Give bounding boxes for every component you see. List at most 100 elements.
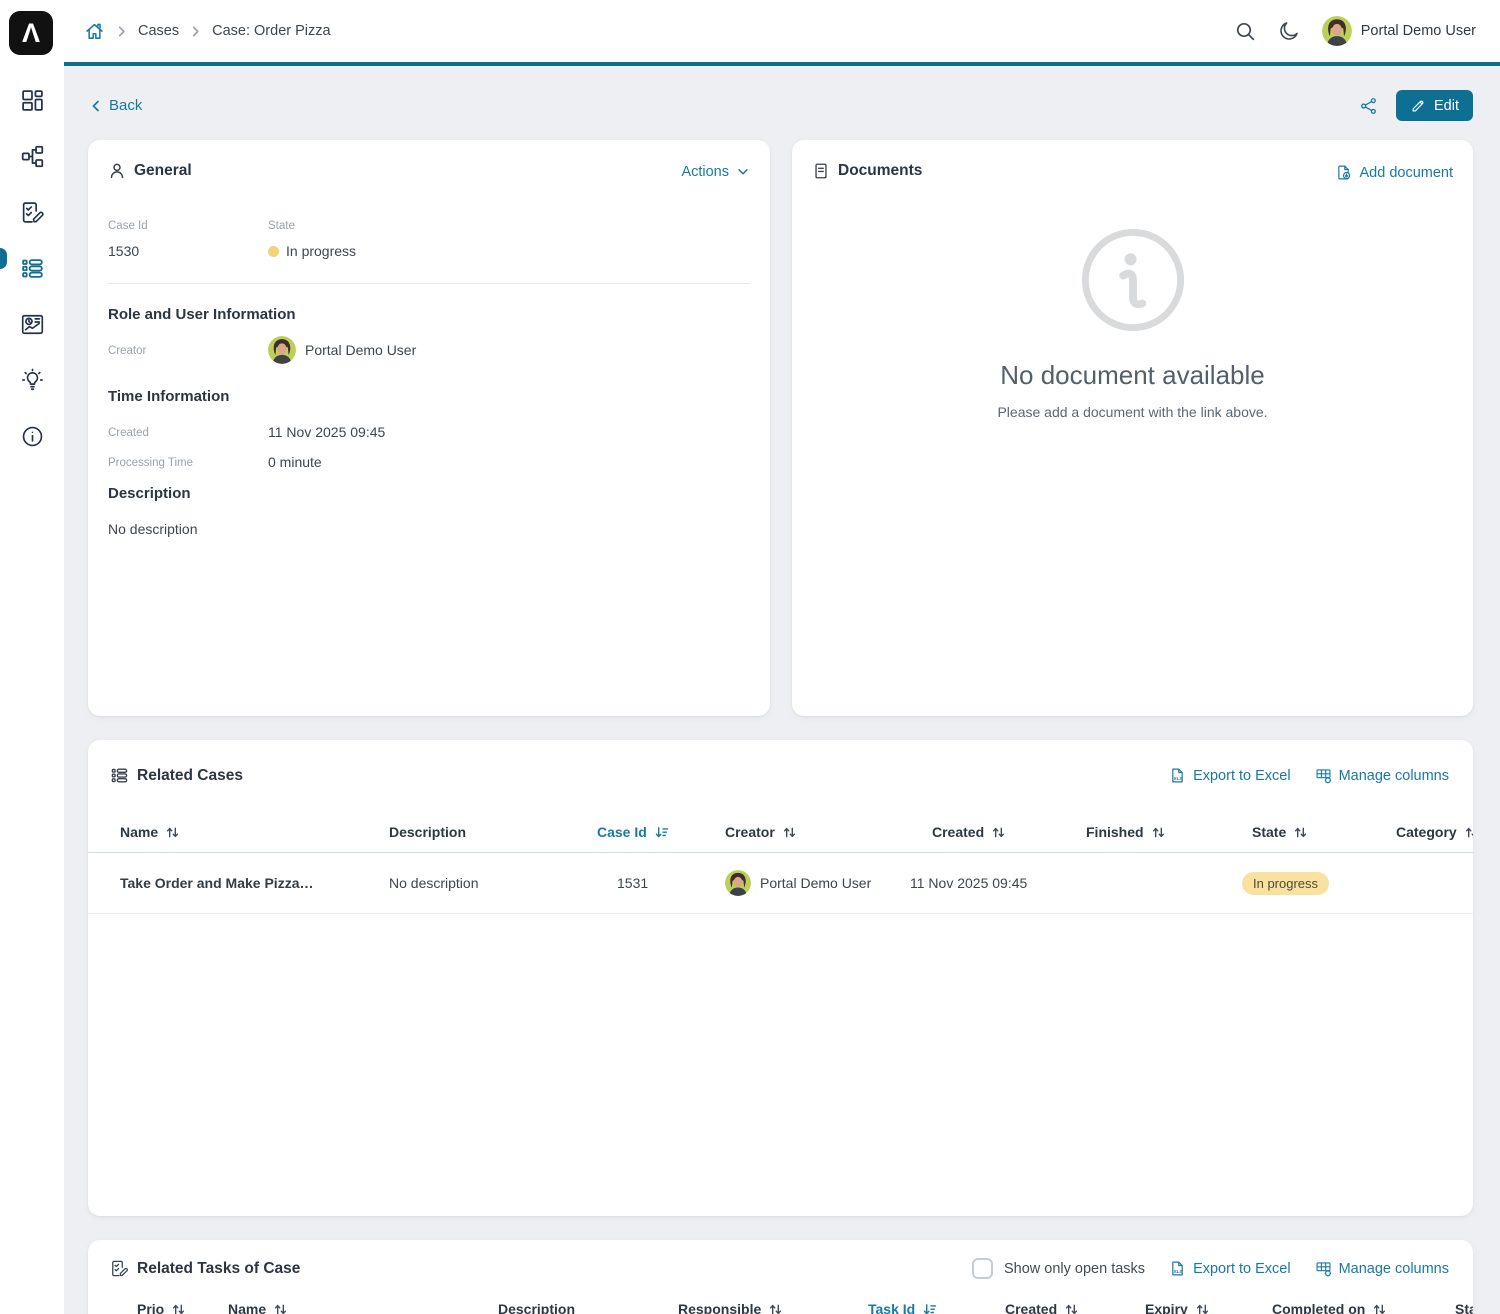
show-open-tasks-toggle[interactable]: Show only open tasks	[972, 1258, 1145, 1279]
divider	[108, 283, 750, 284]
column-header-category[interactable]: Category	[1396, 824, 1473, 840]
related-cases-title-label: Related Cases	[137, 767, 243, 785]
cell-state: In progress	[1242, 872, 1396, 895]
sort-icon	[273, 1302, 288, 1314]
add-document-icon	[1335, 164, 1352, 181]
column-header-completed-on[interactable]: Completed on	[1272, 1301, 1455, 1314]
description-section-title: Description	[108, 485, 191, 502]
actions-dropdown[interactable]: Actions	[681, 164, 750, 180]
case-id-label: Case Id	[108, 220, 148, 232]
page-action-row: Back Edit	[88, 89, 1473, 122]
column-header-finished[interactable]: Finished	[1086, 824, 1252, 840]
creator-avatar	[268, 336, 296, 364]
back-label: Back	[109, 97, 142, 114]
case-id-value: 1530	[108, 243, 139, 259]
sort-icon	[1064, 1302, 1079, 1314]
table-row[interactable]: Take Order and Make Pizza… No descriptio…	[88, 853, 1473, 914]
header-accent-bar	[64, 62, 1500, 66]
related-cases-title: Related Cases	[110, 766, 243, 785]
edit-button[interactable]: Edit	[1396, 90, 1473, 121]
add-document-link[interactable]: Add document	[1335, 164, 1453, 181]
show-open-tasks-label: Show only open tasks	[1004, 1261, 1145, 1277]
export-excel-link[interactable]: Export to Excel	[1169, 1260, 1291, 1277]
sort-icon	[165, 825, 180, 840]
sort-icon	[991, 825, 1006, 840]
sidebar-item-dashboard[interactable]	[0, 78, 64, 122]
back-button[interactable]: Back	[88, 97, 142, 114]
general-card-title: General	[108, 162, 192, 180]
status-badge: In progress	[1242, 872, 1329, 895]
sidebar: Λ	[0, 0, 64, 1314]
dark-mode-icon[interactable]	[1278, 20, 1300, 42]
manage-columns-link[interactable]: Manage columns	[1315, 1260, 1449, 1277]
manage-columns-icon	[1315, 1260, 1332, 1277]
statistics-icon	[20, 312, 45, 337]
sort-icon	[171, 1302, 186, 1314]
documents-empty-state: No document available Please add a docum…	[792, 226, 1473, 420]
processing-time-value: 0 minute	[268, 454, 322, 470]
user-menu[interactable]: Portal Demo User	[1322, 16, 1476, 46]
sidebar-item-about[interactable]	[0, 414, 64, 458]
general-card: General Actions Case Id 1530 State In pr…	[88, 140, 770, 716]
sidebar-item-processes[interactable]	[0, 134, 64, 178]
export-excel-link[interactable]: Export to Excel	[1169, 767, 1291, 784]
app-logo[interactable]: Λ	[9, 11, 53, 55]
sort-desc-icon	[654, 825, 669, 840]
breadcrumb-current: Case: Order Pizza	[212, 23, 330, 39]
creator-value: Portal Demo User	[268, 336, 416, 364]
processing-time-label: Processing Time	[108, 457, 193, 469]
cases-icon	[20, 256, 45, 281]
add-document-label: Add document	[1359, 165, 1453, 181]
sort-icon	[1464, 825, 1473, 840]
home-icon[interactable]	[84, 21, 105, 42]
column-header-prio[interactable]: Prio	[137, 1301, 228, 1314]
manage-columns-link[interactable]: Manage columns	[1315, 767, 1449, 784]
column-header-created[interactable]: Created	[1005, 1301, 1145, 1314]
column-header-name[interactable]: Name	[120, 824, 389, 840]
empty-state-title: No document available	[792, 360, 1473, 391]
manage-columns-icon	[1315, 767, 1332, 784]
creator-avatar	[725, 870, 751, 896]
sort-icon	[1293, 825, 1308, 840]
chevron-left-icon	[88, 98, 104, 114]
share-icon[interactable]	[1359, 96, 1379, 116]
column-header-creator[interactable]: Creator	[725, 824, 932, 840]
column-header-state[interactable]: State	[1252, 824, 1396, 840]
cell-description: No description	[389, 875, 597, 891]
export-excel-label: Export to Excel	[1193, 1261, 1291, 1277]
app-screen: Λ Cases Case: Order Pizza Portal Demo Us…	[0, 0, 1500, 1314]
sidebar-item-cases[interactable]	[0, 246, 64, 290]
processes-icon	[20, 144, 45, 169]
general-title-label: General	[134, 162, 192, 180]
sort-icon	[1372, 1302, 1387, 1314]
related-cases-header-row: Name Description Case Id Creator Created…	[88, 812, 1473, 853]
column-header-state[interactable]: State	[1455, 1301, 1473, 1314]
column-header-case-id[interactable]: Case Id	[597, 824, 725, 840]
search-icon[interactable]	[1234, 20, 1256, 42]
document-icon	[812, 162, 830, 180]
related-tasks-title: Related Tasks of Case	[110, 1259, 300, 1278]
creator-label: Creator	[108, 345, 146, 357]
creator-name: Portal Demo User	[305, 342, 416, 358]
column-header-responsible[interactable]: Responsible	[678, 1301, 868, 1314]
lightbulb-icon	[20, 368, 45, 393]
cases-list-icon	[110, 766, 129, 785]
manage-columns-label: Manage columns	[1339, 1261, 1449, 1277]
column-header-description: Description	[498, 1301, 678, 1314]
sidebar-item-statistics[interactable]	[0, 302, 64, 346]
column-header-expiry[interactable]: Expiry	[1145, 1301, 1272, 1314]
column-header-name[interactable]: Name	[228, 1301, 498, 1314]
sidebar-item-ideas[interactable]	[0, 358, 64, 402]
column-header-task-id[interactable]: Task Id	[868, 1301, 1005, 1314]
sidebar-item-tasks[interactable]	[0, 190, 64, 234]
related-tasks-title-label: Related Tasks of Case	[137, 1260, 300, 1278]
chevron-right-icon	[188, 24, 203, 39]
breadcrumb-cases[interactable]: Cases	[138, 23, 179, 39]
column-header-created[interactable]: Created	[932, 824, 1086, 840]
sort-desc-icon	[922, 1302, 937, 1314]
created-value: 11 Nov 2025 09:45	[268, 424, 385, 440]
info-circle-icon	[1079, 226, 1187, 334]
tasks-icon	[20, 200, 45, 225]
sort-icon	[768, 1302, 783, 1314]
checkbox[interactable]	[972, 1258, 993, 1279]
